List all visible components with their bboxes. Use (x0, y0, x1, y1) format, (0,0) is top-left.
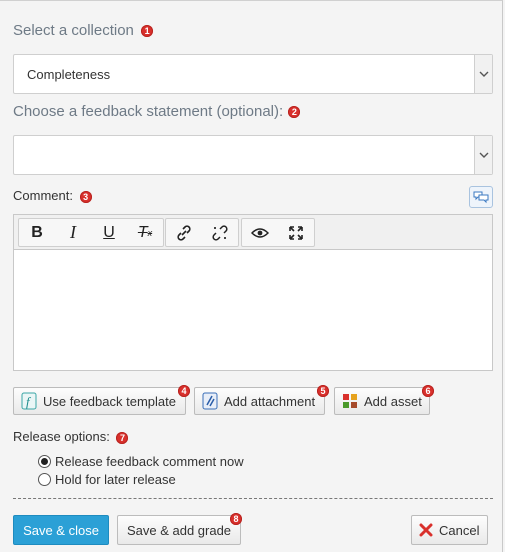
save-add-grade-label: Save & add grade (126, 522, 232, 538)
unlink-button[interactable] (202, 219, 238, 246)
asset-icon (342, 393, 358, 409)
comment-editor[interactable]: B I U Tx (13, 214, 493, 371)
badge-2: 2 (288, 106, 301, 119)
feedback-template-icon: f (21, 392, 37, 410)
italic-button[interactable]: I (55, 219, 91, 246)
badge-4: 4 (178, 385, 190, 397)
save-close-label: Save & close (23, 522, 99, 538)
collection-label-text: Select a collection (13, 22, 134, 39)
feedback-statement-select[interactable] (13, 135, 493, 175)
collection-select-value: Completeness (27, 67, 111, 82)
save-close-button[interactable]: Save & close (13, 515, 109, 545)
link-icon (177, 224, 191, 241)
comment-label-text: Comment: (13, 188, 73, 203)
link-group (165, 218, 239, 247)
use-feedback-template-button[interactable]: f Use feedback template 4 (13, 385, 190, 415)
hold-release-radio[interactable] (38, 473, 51, 486)
feedback-statement-label: Choose a feedback statement (optional): … (13, 103, 301, 120)
underline-button[interactable]: U (91, 219, 127, 246)
add-attachment-label: Add attachment (224, 393, 316, 409)
badge-3: 3 (79, 190, 92, 203)
release-now-radio[interactable] (38, 455, 51, 468)
format-group: B I U Tx (18, 218, 164, 247)
bold-button[interactable]: B (19, 219, 55, 246)
collection-select[interactable]: Completeness (13, 54, 493, 94)
footer-divider (13, 498, 493, 499)
release-options-label-text: Release options: (13, 429, 110, 444)
chevron-down-icon[interactable] (474, 55, 492, 93)
attachment-icon (202, 392, 218, 410)
view-group (241, 218, 315, 247)
maximize-icon (289, 225, 303, 240)
italic-icon: I (70, 222, 76, 242)
radio-selected-dot (41, 458, 48, 465)
bold-icon: B (31, 223, 43, 241)
collection-label: Select a collection 1 (13, 22, 154, 39)
add-asset-label: Add asset (364, 393, 422, 409)
badge-5: 5 (317, 385, 329, 397)
add-attachment-button[interactable]: Add attachment 5 (194, 385, 329, 415)
add-asset-button[interactable]: Add asset 6 (334, 385, 434, 415)
badge-7: 7 (116, 431, 129, 444)
save-add-grade-button[interactable]: Save & add grade 8 (117, 513, 242, 545)
eye-icon (251, 227, 269, 238)
cancel-button[interactable]: Cancel (411, 515, 488, 545)
remove-format-icon: T (137, 223, 148, 241)
use-feedback-template-label: Use feedback template (43, 393, 176, 409)
release-now-label: Release feedback comment now (55, 454, 244, 469)
feedback-panel: Select a collection 1 Completeness Choos… (0, 0, 503, 552)
badge-1: 1 (141, 25, 154, 38)
close-icon (419, 523, 433, 537)
hold-release-label: Hold for later release (55, 472, 176, 487)
comment-label: Comment: 3 (13, 188, 92, 203)
badge-8: 8 (230, 513, 242, 525)
underline-icon: U (103, 223, 115, 241)
release-options-label: Release options: 7 (13, 429, 129, 444)
chevron-down-icon[interactable] (474, 136, 492, 174)
remove-format-button[interactable]: Tx (127, 219, 163, 246)
feedback-statement-label-text: Choose a feedback statement (optional): (13, 103, 284, 120)
preview-button[interactable] (242, 219, 278, 246)
comment-bubbles-button[interactable] (469, 186, 493, 208)
release-now-option[interactable]: Release feedback comment now (38, 454, 244, 469)
hold-release-option[interactable]: Hold for later release (38, 472, 176, 487)
editor-toolbar: B I U Tx (14, 215, 492, 250)
speech-bubbles-icon (473, 191, 489, 204)
cancel-label: Cancel (439, 522, 480, 538)
link-button[interactable] (166, 219, 202, 246)
maximize-button[interactable] (278, 219, 314, 246)
badge-6: 6 (422, 385, 434, 397)
unlink-icon (212, 224, 228, 241)
